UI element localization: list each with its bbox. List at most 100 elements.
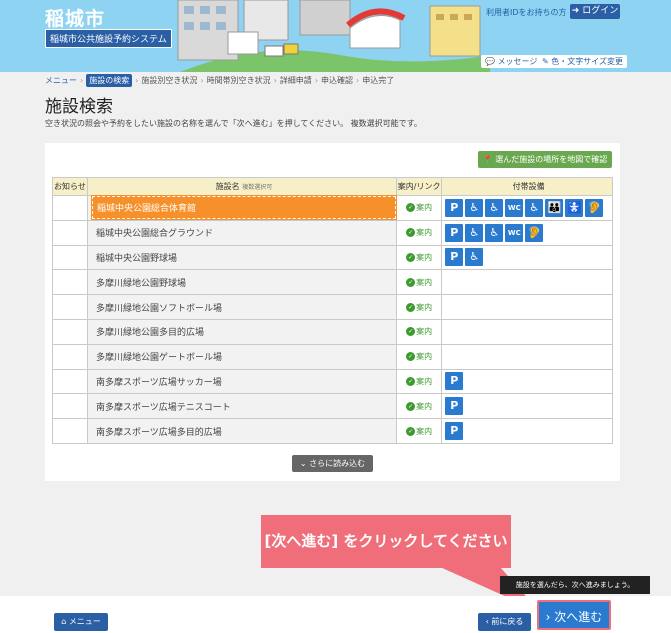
info-link-cell[interactable]: ✓ 案内 (395, 368, 443, 395)
notice-cell (52, 219, 88, 246)
info-link[interactable]: 案内 (416, 402, 432, 411)
facility-row[interactable]: 多摩川緑地公園野球場 ✓ 案内 (52, 269, 613, 296)
breadcrumb-separator: › (80, 76, 84, 85)
facility-name-cell[interactable]: 南多摩スポーツ広場サッカー場 (86, 368, 397, 395)
login-button[interactable]: ➜ ログイン (570, 4, 620, 19)
facility-name-cell[interactable]: 南多摩スポーツ広場テニスコート (86, 393, 397, 420)
info-link-cell[interactable]: ✓ 案内 (395, 393, 443, 420)
facility-name-cell[interactable]: 稲城中央公園総合体育館 (86, 195, 397, 221)
info-link-cell[interactable]: ✓ 案内 (395, 219, 443, 246)
map-button[interactable]: 📍 選んだ施設の場所を地図で確認 (478, 151, 612, 168)
back-button-label: 前に戻る (491, 617, 524, 626)
facility-row[interactable]: 稲城中央公園総合グラウンド ✓ 案内 P ♿ ♿ WC 🦻 (52, 219, 613, 246)
equipment-cell: P (441, 418, 613, 444)
facility-row[interactable]: 南多摩スポーツ広場多目的広場 ✓ 案内 P (52, 418, 613, 444)
map-button-label: 選んだ施設の場所を地図で確認 (495, 155, 608, 164)
facility-name[interactable]: 多摩川緑地公園多目的広場 (92, 321, 396, 342)
facility-name-cell[interactable]: 稲城中央公園総合グラウンド (86, 219, 397, 246)
facility-name[interactable]: 稲城中央公園野球場 (92, 247, 396, 268)
facility-name-cell[interactable]: 南多摩スポーツ広場多目的広場 (86, 418, 397, 444)
info-link[interactable]: 案内 (416, 352, 432, 361)
facility-name[interactable]: 南多摩スポーツ広場多目的広場 (92, 421, 396, 442)
header-equipment: 付帯設備 (441, 177, 613, 196)
header-notice: お知らせ (52, 177, 88, 196)
breadcrumb: メニュー › 施設の検索 › 施設別空き状況 › 時間帯別空き状況 › 詳細申請 › 申込確認 › 申込… (45, 74, 394, 87)
info-link[interactable]: 案内 (416, 228, 432, 237)
info-check-icon: ✓ (406, 401, 416, 411)
next-button[interactable]: › 次へ進む (537, 600, 611, 630)
menu-button[interactable]: ⌂ メニュー (54, 613, 108, 631)
site-header: 稲城市 稲城市公共施設予約システム 利用者IDをお持ちの方 ➜ ログイン 💬 メ… (0, 0, 671, 72)
facility-name[interactable]: 多摩川緑地公園野球場 (92, 272, 396, 293)
facility-name-cell[interactable]: 多摩川緑地公園ゲートボール場 (86, 343, 397, 370)
equipment-icon: P (445, 198, 464, 217)
equipment-icon: 🚼 (565, 198, 584, 217)
info-link-cell[interactable]: ✓ 案内 (395, 418, 443, 444)
info-link[interactable]: 案内 (416, 303, 432, 312)
info-link[interactable]: 案内 (416, 427, 432, 436)
info-link-cell[interactable]: ✓ 案内 (395, 269, 443, 296)
facility-name[interactable]: 多摩川緑地公園ゲートボール場 (92, 346, 396, 367)
font-settings-button[interactable]: ✎ 色・文字サイズ変更 (538, 55, 628, 68)
info-link-cell[interactable]: ✓ 案内 (395, 343, 443, 370)
info-check-icon: ✓ (406, 302, 416, 312)
info-check-icon: ✓ (406, 252, 416, 262)
notice-cell (52, 368, 88, 395)
message-button[interactable]: 💬 メッセージ (481, 55, 542, 68)
info-link[interactable]: 案内 (416, 377, 432, 386)
equipment-cell: P ♿ ♿ WC 🦻 (441, 219, 613, 246)
info-link[interactable]: 案内 (416, 253, 432, 262)
header-name-label: 施設名 (215, 182, 240, 191)
breadcrumb-item: 施設の検索 (86, 74, 133, 87)
breadcrumb-item[interactable]: メニュー (45, 75, 77, 86)
map-pin-icon: 📍 (482, 155, 496, 164)
info-link[interactable]: 案内 (416, 203, 432, 212)
page-title: 施設検索 (45, 97, 113, 117)
chevron-right-icon: › (545, 610, 555, 624)
info-check-icon: ✓ (406, 203, 416, 213)
facility-name[interactable]: 稲城中央公園総合グラウンド (92, 222, 396, 243)
info-link-cell[interactable]: ✓ 案内 (395, 294, 443, 320)
back-button[interactable]: ‹ 前に戻る (478, 613, 531, 631)
notice-cell (52, 269, 88, 296)
info-check-icon: ✓ (406, 426, 416, 436)
breadcrumb-separator: › (273, 76, 277, 85)
notice-cell (52, 418, 88, 444)
breadcrumb-item: 施設別空き状況 (141, 76, 198, 85)
facility-row[interactable]: 南多摩スポーツ広場テニスコート ✓ 案内 P (52, 393, 613, 420)
info-check-icon: ✓ (406, 376, 416, 386)
facility-name-cell[interactable]: 多摩川緑地公園ソフトボール場 (86, 294, 397, 320)
facility-name[interactable]: 多摩川緑地公園ソフトボール場 (92, 297, 396, 318)
notice-cell (52, 393, 88, 420)
chevron-down-icon: ⌄ (299, 459, 310, 468)
home-icon: ⌂ (61, 617, 69, 626)
facility-row[interactable]: 南多摩スポーツ広場サッカー場 ✓ 案内 P (52, 368, 613, 395)
facility-name[interactable]: 南多摩スポーツ広場サッカー場 (92, 371, 396, 392)
info-link-cell[interactable]: ✓ 案内 (395, 195, 443, 221)
speech-bubble-icon: 💬 (485, 57, 498, 66)
equipment-icon: WC (505, 198, 524, 217)
facility-row[interactable]: 多摩川緑地公園多目的広場 ✓ 案内 (52, 318, 613, 345)
facility-name[interactable]: 稲城中央公園総合体育館 (90, 195, 397, 221)
info-link[interactable]: 案内 (416, 327, 432, 336)
facility-name-cell[interactable]: 稲城中央公園野球場 (86, 244, 397, 271)
breadcrumb-item: 詳細申請 (279, 76, 312, 85)
facility-name-cell[interactable]: 多摩川緑地公園野球場 (86, 269, 397, 296)
notice-cell (52, 244, 88, 271)
equipment-cell (441, 343, 613, 370)
info-check-icon: ✓ (406, 352, 416, 362)
info-check-icon: ✓ (406, 327, 416, 337)
facility-name-cell[interactable]: 多摩川緑地公園多目的広場 (86, 318, 397, 345)
equipment-icon: WC (505, 223, 524, 242)
facility-row[interactable]: 多摩川緑地公園ゲートボール場 ✓ 案内 (52, 343, 613, 370)
breadcrumb-separator: › (356, 76, 360, 85)
facility-row[interactable]: 多摩川緑地公園ソフトボール場 ✓ 案内 (52, 294, 613, 320)
info-link[interactable]: 案内 (416, 278, 432, 287)
equipment-cell: P ♿ (441, 244, 613, 271)
info-link-cell[interactable]: ✓ 案内 (395, 244, 443, 271)
facility-row[interactable]: 稲城中央公園野球場 ✓ 案内 P ♿ (52, 244, 613, 271)
facility-name[interactable]: 南多摩スポーツ広場テニスコート (92, 396, 396, 417)
info-link-cell[interactable]: ✓ 案内 (395, 318, 443, 345)
load-more-button[interactable]: ⌄ さらに読み込む (292, 455, 373, 472)
facility-row[interactable]: 稲城中央公園総合体育館 ✓ 案内 P ♿ ♿ WC ♿ 👪 🚼 🦻 (52, 195, 613, 221)
